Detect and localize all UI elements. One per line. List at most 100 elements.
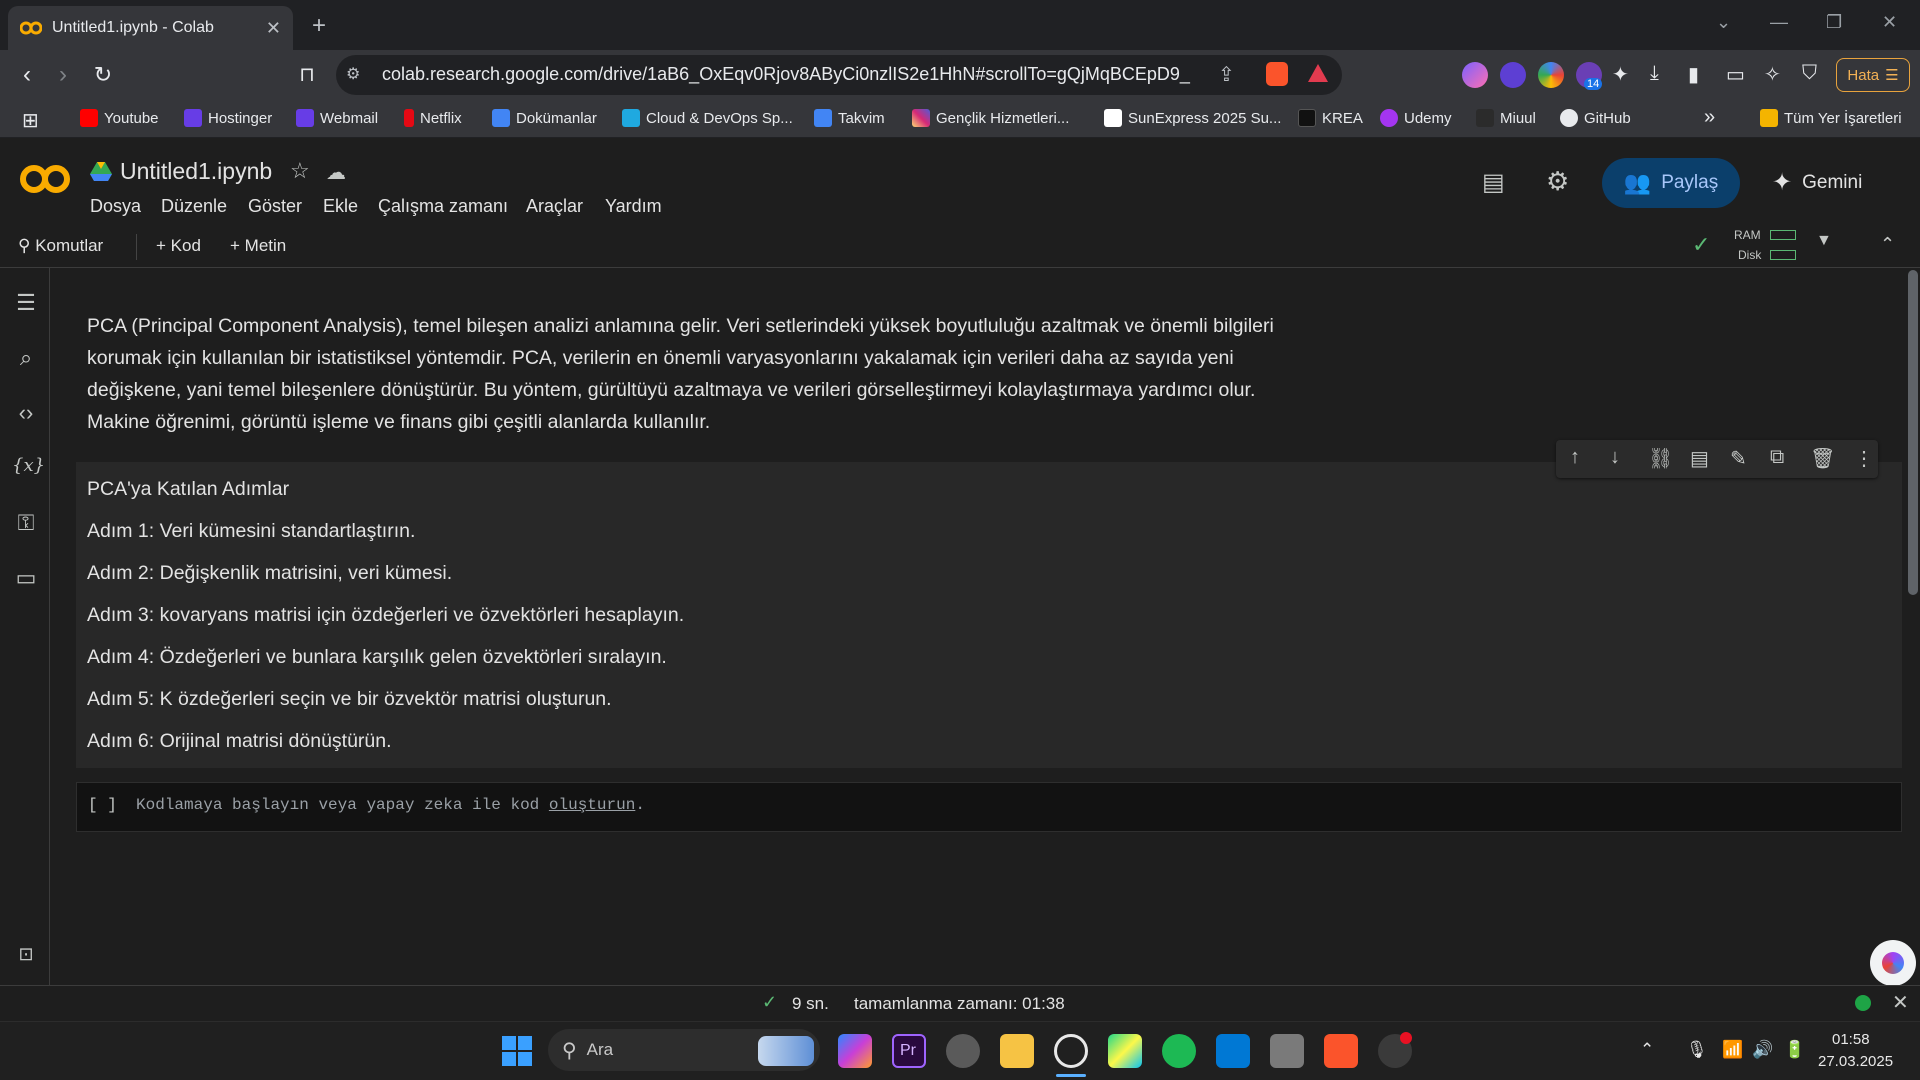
menu-duzenle[interactable]: Düzenle bbox=[161, 196, 227, 217]
menu-yardim[interactable]: Yardım bbox=[605, 196, 662, 217]
vscode-icon[interactable] bbox=[1216, 1034, 1250, 1068]
gemini-button[interactable]: ✦ Gemini bbox=[1772, 168, 1862, 197]
table-of-contents-icon[interactable]: ☰ bbox=[12, 290, 40, 318]
secrets-key-icon[interactable]: ⚿ bbox=[12, 510, 40, 538]
delete-trash-icon[interactable]: 🗑 bbox=[1810, 446, 1835, 471]
wifi-icon[interactable]: 📶 bbox=[1722, 1040, 1743, 1060]
apps-grid-icon[interactable]: ⊞ bbox=[22, 108, 39, 133]
close-status-icon[interactable]: ✕ bbox=[1892, 990, 1909, 1015]
settings-app-icon[interactable] bbox=[946, 1034, 980, 1068]
terminal-icon[interactable]: ⊡ bbox=[12, 944, 40, 972]
microphone-icon[interactable]: 🎙 bbox=[1686, 1040, 1708, 1060]
clock-date[interactable]: 27.03.2025 bbox=[1818, 1053, 1893, 1070]
extension-color-icon[interactable] bbox=[1538, 62, 1564, 88]
extensions-icon[interactable]: ✦ bbox=[1612, 62, 1629, 87]
close-window-icon[interactable]: ✕ bbox=[1882, 12, 1897, 33]
ram-meter[interactable] bbox=[1770, 230, 1796, 240]
extension-lr-icon[interactable] bbox=[1500, 62, 1526, 88]
bookmark-krea[interactable]: KREA bbox=[1298, 109, 1363, 127]
vpn-icon[interactable]: ⛉ bbox=[1802, 62, 1817, 85]
more-options-icon[interactable]: ⋮ bbox=[1854, 446, 1874, 471]
brave-rewards-icon[interactable] bbox=[1308, 64, 1328, 82]
minimize-icon[interactable]: — bbox=[1770, 12, 1788, 33]
add-text-button[interactable]: + Metin bbox=[230, 236, 286, 256]
colab-logo[interactable] bbox=[18, 160, 72, 205]
mirror-cell-icon[interactable]: ⧉ bbox=[1770, 446, 1784, 469]
windows-start-icon[interactable] bbox=[502, 1036, 532, 1066]
commands-button[interactable]: ⚲ Komutlar bbox=[18, 236, 103, 256]
reload-icon[interactable]: ↻ bbox=[88, 60, 118, 90]
copilot-icon[interactable] bbox=[838, 1034, 872, 1068]
disk-meter[interactable] bbox=[1770, 250, 1796, 260]
bookmark-page-icon[interactable]: ⊓ bbox=[292, 60, 322, 90]
run-bracket[interactable]: [ ] bbox=[88, 796, 117, 814]
edit-pencil-icon[interactable]: ✎ bbox=[1730, 446, 1747, 471]
menu-araclar[interactable]: Araçlar bbox=[526, 196, 583, 217]
generate-code-link[interactable]: oluşturun bbox=[549, 796, 635, 814]
bookmark-youtube[interactable]: Youtube bbox=[80, 109, 159, 127]
tab-search-icon[interactable]: ⌄ bbox=[1716, 12, 1731, 33]
bookmark-udemy[interactable]: Udemy bbox=[1380, 109, 1452, 127]
bookmark-takvim[interactable]: Takvim bbox=[814, 109, 885, 127]
bookmark-hostinger[interactable]: Hostinger bbox=[184, 109, 272, 127]
settings-gear-icon[interactable]: ⚙ bbox=[1546, 166, 1569, 197]
all-bookmarks-folder[interactable]: Tüm Yer İşaretleri bbox=[1760, 109, 1902, 127]
floating-assistant-icon[interactable] bbox=[1870, 940, 1916, 986]
files-folder-icon[interactable]: ▭ bbox=[12, 565, 40, 593]
clock-time[interactable]: 01:58 bbox=[1832, 1031, 1870, 1048]
code-snippets-icon[interactable]: ‹› bbox=[12, 400, 40, 428]
sidebar-toggle-icon[interactable]: ▮ bbox=[1688, 62, 1699, 87]
error-menu-button[interactable]: Hata ☰ bbox=[1836, 58, 1910, 92]
pycharm-icon[interactable] bbox=[1108, 1034, 1142, 1068]
leo-ai-icon[interactable]: ✧ bbox=[1764, 62, 1781, 87]
cloud-saved-icon[interactable]: ☁ bbox=[326, 160, 346, 185]
notebook-title[interactable]: Untitled1.ipynb bbox=[120, 158, 272, 185]
bookmark-genclik[interactable]: Gençlik Hizmetleri... bbox=[912, 109, 1069, 127]
bookmark-netflix[interactable]: Netflix bbox=[404, 109, 462, 127]
menu-dosya[interactable]: Dosya bbox=[90, 196, 141, 217]
add-code-button[interactable]: + Kod bbox=[156, 236, 201, 256]
share-page-icon[interactable]: ⇪ bbox=[1218, 62, 1235, 87]
move-cell-up-icon[interactable]: ↑ bbox=[1570, 446, 1580, 469]
bookmark-miuul[interactable]: Miuul bbox=[1476, 109, 1536, 127]
close-tab-icon[interactable]: ✕ bbox=[266, 18, 281, 39]
find-replace-icon[interactable]: ⌕ bbox=[12, 345, 40, 373]
brave-shields-icon[interactable] bbox=[1266, 62, 1288, 86]
wallet-icon[interactable]: ▭ bbox=[1726, 62, 1745, 87]
file-explorer-icon[interactable] bbox=[1000, 1034, 1034, 1068]
chatgpt-icon[interactable] bbox=[1054, 1034, 1088, 1068]
bookmark-cloud-devops[interactable]: Cloud & DevOps Sp... bbox=[622, 109, 793, 127]
extension-gradient-icon[interactable] bbox=[1462, 62, 1488, 88]
comment-icon[interactable]: ▤ bbox=[1690, 446, 1709, 471]
code-cell-placeholder[interactable]: [ ] Kodlamaya başlayın veya yapay zeka i… bbox=[88, 796, 645, 814]
menu-ekle[interactable]: Ekle bbox=[323, 196, 358, 217]
collapse-header-icon[interactable]: ⌃ bbox=[1880, 234, 1895, 255]
spotify-icon[interactable] bbox=[1162, 1034, 1196, 1068]
more-bookmarks-icon[interactable]: » bbox=[1704, 106, 1715, 129]
menu-calisma-zamani[interactable]: Çalışma zamanı bbox=[378, 196, 508, 217]
move-cell-down-icon[interactable]: ↓ bbox=[1610, 446, 1620, 469]
star-icon[interactable]: ☆ bbox=[290, 158, 310, 184]
bookmark-webmail[interactable]: Webmail bbox=[296, 109, 378, 127]
comments-icon[interactable]: ▤ bbox=[1482, 168, 1505, 197]
scrollbar-thumb[interactable] bbox=[1908, 270, 1918, 595]
link-icon[interactable]: ⛓ bbox=[1648, 446, 1673, 471]
bookmark-dokumanlar[interactable]: Dokümanlar bbox=[492, 109, 597, 127]
share-button[interactable]: 👥 Paylaş bbox=[1602, 158, 1740, 208]
unity-icon[interactable] bbox=[1270, 1034, 1304, 1068]
premiere-pro-icon[interactable]: Pr bbox=[892, 1034, 926, 1068]
runtime-dropdown-icon[interactable]: ▼ bbox=[1816, 232, 1832, 250]
forward-icon[interactable]: › bbox=[48, 60, 78, 90]
new-tab-icon[interactable]: + bbox=[312, 12, 326, 40]
bookmark-sunexpress[interactable]: SunExpress 2025 Su... bbox=[1104, 109, 1281, 127]
browser-tab[interactable]: Untitled1.ipynb - Colab ✕ bbox=[8, 6, 293, 50]
back-icon[interactable]: ‹ bbox=[12, 60, 42, 90]
bookmark-github[interactable]: GitHub bbox=[1560, 109, 1631, 127]
downloads-icon[interactable]: ⤓ bbox=[1650, 62, 1659, 85]
volume-icon[interactable]: 🔊 bbox=[1752, 1040, 1773, 1060]
menu-goster[interactable]: Göster bbox=[248, 196, 302, 217]
restore-icon[interactable]: ❐ bbox=[1826, 12, 1842, 33]
site-info-icon[interactable]: ⚙ bbox=[346, 64, 360, 84]
battery-icon[interactable]: 🔋 bbox=[1784, 1040, 1805, 1060]
brave-browser-icon[interactable] bbox=[1324, 1034, 1358, 1068]
